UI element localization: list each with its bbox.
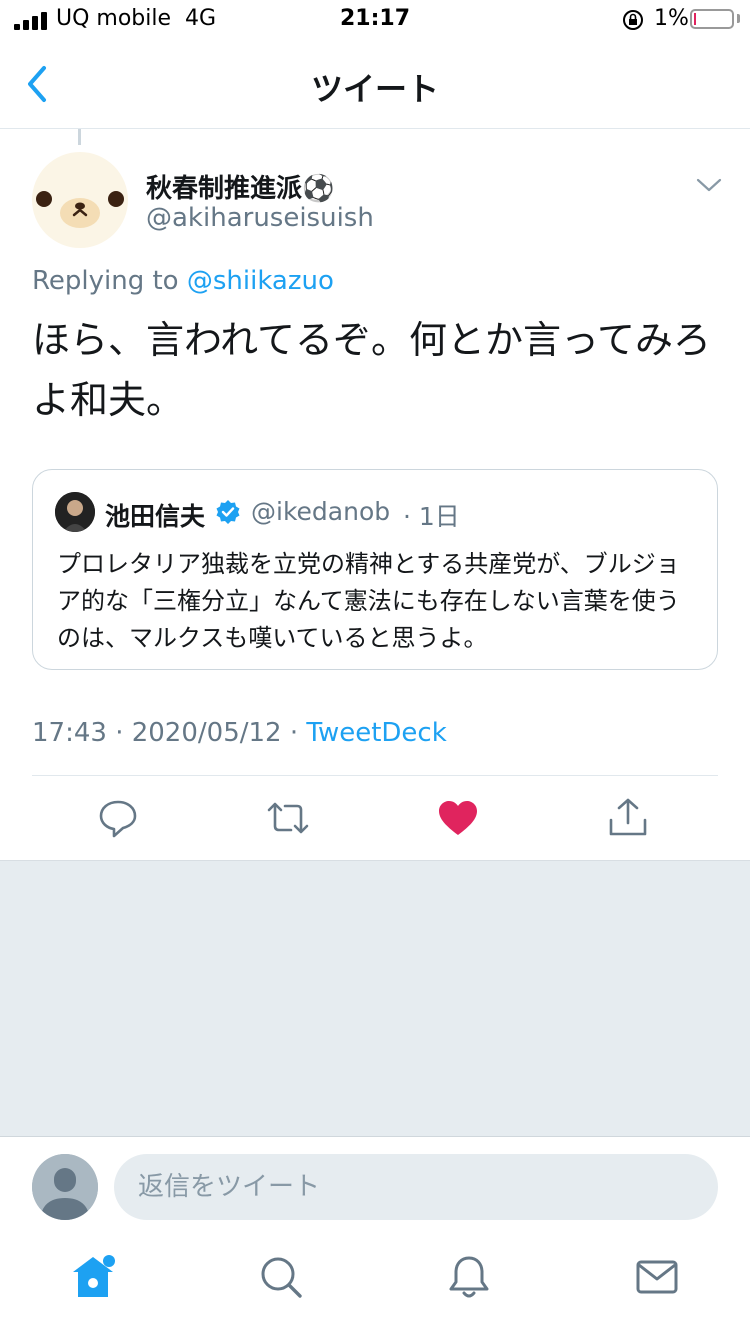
navigation-bar: ツイート bbox=[0, 40, 750, 129]
battery-tip bbox=[737, 14, 740, 23]
tweet-text: ほら、言われてるぞ。何とか言ってみろよ和夫。 bbox=[32, 318, 712, 422]
replying-to-label: Replying to bbox=[32, 266, 187, 296]
quoted-author-handle: @ikedanob bbox=[251, 497, 391, 526]
notifications-icon[interactable] bbox=[446, 1254, 492, 1300]
verified-badge-icon bbox=[216, 500, 240, 524]
author-name[interactable]: 秋春制推進派⚽️ bbox=[146, 168, 334, 205]
page-title: ツイート bbox=[310, 70, 439, 108]
reply-input[interactable] bbox=[114, 1154, 718, 1220]
retweet-icon[interactable] bbox=[266, 796, 310, 840]
battery-percent: 1% bbox=[654, 6, 689, 31]
divider bbox=[32, 775, 718, 776]
replying-to-link[interactable]: @shiikazuo bbox=[187, 266, 334, 296]
bear-face-icon bbox=[32, 152, 128, 248]
quoted-tweet-card[interactable]: 池田信夫 @ikedanob · 1日 プロレタリア独裁を立党の精神とする共産党… bbox=[32, 469, 718, 670]
quoted-tweet-time: · 1日 bbox=[403, 502, 460, 531]
replying-to-line: Replying to @shiikazuo bbox=[32, 266, 334, 296]
thread-connector bbox=[78, 129, 81, 145]
empty-replies-area bbox=[0, 860, 750, 1137]
share-icon[interactable] bbox=[606, 796, 650, 840]
tab-bar bbox=[0, 1240, 750, 1334]
author-handle[interactable]: @akiharuseisuish bbox=[146, 203, 374, 233]
default-avatar-icon bbox=[32, 1154, 98, 1220]
quoted-author-name: 池田信夫 bbox=[105, 502, 206, 531]
quoted-tweet-text: プロレタリア独裁を立党の精神とする共産党が、ブルジョア的な「三権分立」なんて憲法… bbox=[57, 550, 680, 652]
rotation-lock-icon bbox=[623, 10, 643, 30]
status-bar: UQ mobile 4G 21:17 1% bbox=[0, 0, 750, 40]
new-tweets-badge bbox=[103, 1255, 115, 1267]
chevron-down-icon[interactable] bbox=[694, 170, 724, 200]
tweet-source-link[interactable]: TweetDeck bbox=[306, 718, 446, 748]
tweet-timestamp: 17:43 · 2020/05/12 · bbox=[32, 718, 307, 748]
search-icon[interactable] bbox=[258, 1254, 304, 1300]
reply-icon[interactable] bbox=[96, 796, 140, 840]
portrait-image bbox=[55, 492, 95, 532]
author-avatar[interactable] bbox=[32, 152, 128, 248]
tweet-metadata: 17:43 · 2020/05/12 · TweetDeck bbox=[32, 718, 447, 748]
heart-icon[interactable] bbox=[436, 796, 480, 840]
quoted-author-avatar bbox=[55, 492, 95, 532]
battery-icon bbox=[690, 9, 734, 29]
messages-icon[interactable] bbox=[634, 1254, 680, 1300]
user-avatar[interactable] bbox=[32, 1154, 98, 1220]
